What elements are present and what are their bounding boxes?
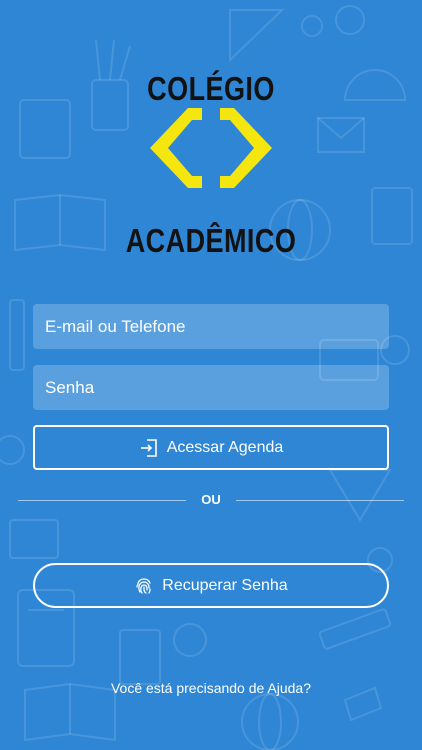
- sign-in-icon: [140, 438, 157, 457]
- school-logo-emblem: [150, 108, 272, 188]
- password-input[interactable]: [33, 365, 389, 410]
- email-or-phone-input[interactable]: [33, 304, 389, 349]
- help-link[interactable]: Você está precisando de Ajuda?: [0, 680, 422, 696]
- brand-name-line1: COLÉGIO: [147, 70, 275, 107]
- access-agenda-label: Acessar Agenda: [166, 438, 284, 456]
- access-agenda-button[interactable]: Acessar Agenda: [33, 425, 389, 470]
- or-divider: OU: [18, 492, 404, 508]
- recover-password-button[interactable]: Recuperar Senha: [33, 563, 389, 608]
- fingerprint-icon: [136, 577, 151, 594]
- brand-name-line2: ACADÊMICO: [125, 222, 297, 259]
- recover-password-label: Recuperar Senha: [162, 576, 288, 594]
